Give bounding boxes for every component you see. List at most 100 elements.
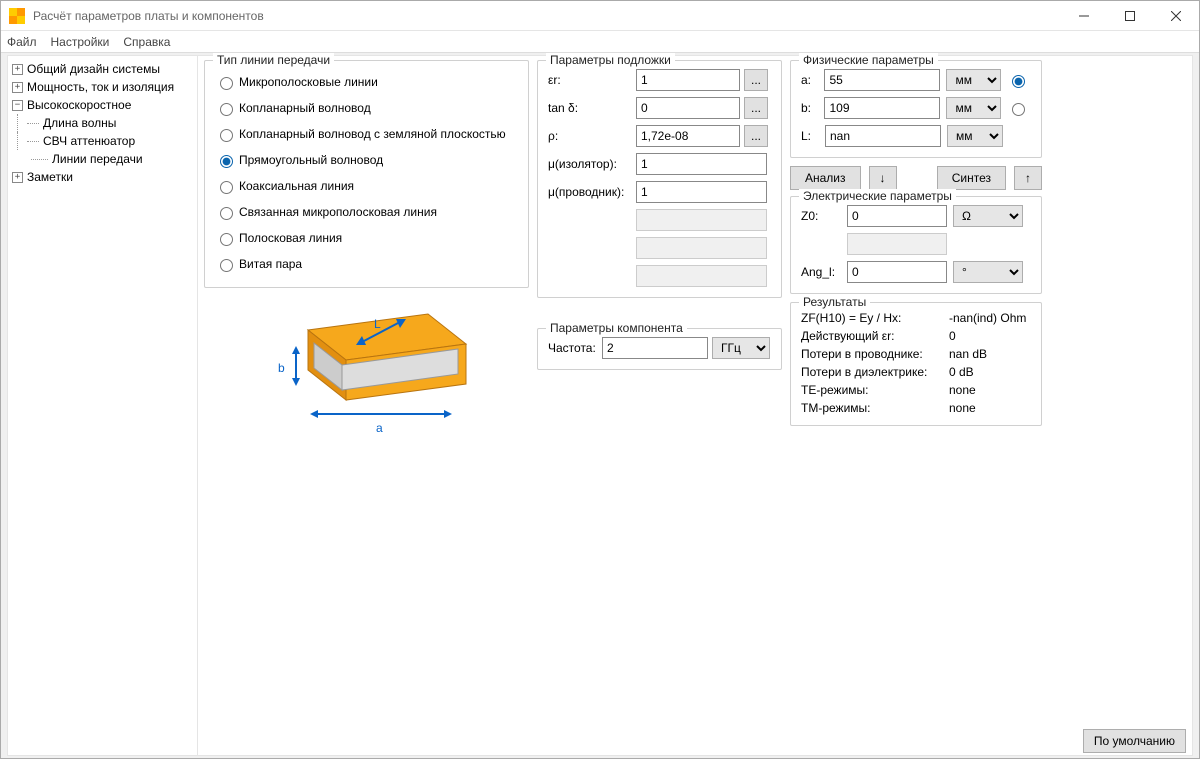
radio-twisted[interactable] [220, 259, 233, 272]
label-ang: Ang_l: [801, 265, 841, 279]
result-key: TE-режимы: [801, 383, 949, 397]
legend: Параметры компонента [546, 321, 687, 335]
browse-button[interactable]: ... [744, 69, 768, 91]
select-freq-unit[interactable]: ГГц [712, 337, 770, 359]
label-z0: Z0: [801, 209, 841, 223]
input-tand[interactable] [636, 97, 740, 119]
label-er: εr: [548, 73, 636, 87]
expand-icon[interactable]: + [12, 82, 23, 93]
result-key: TM-режимы: [801, 401, 949, 415]
nav-tree[interactable]: + Общий дизайн системы + Мощность, ток и и… [8, 56, 198, 755]
menu-help[interactable]: Справка [123, 35, 170, 49]
input-disabled [636, 237, 767, 259]
browse-button[interactable]: ... [744, 97, 768, 119]
input-ang[interactable] [847, 261, 947, 283]
result-value: 0 [949, 329, 956, 343]
input-mu-c[interactable] [636, 181, 767, 203]
close-button[interactable] [1153, 1, 1199, 30]
tree-item-selected[interactable]: Линии передачи [52, 152, 143, 166]
tree-item[interactable]: Мощность, ток и изоляция [27, 80, 174, 94]
radio-coupled[interactable] [220, 207, 233, 220]
tree-item[interactable]: Заметки [27, 170, 73, 184]
input-a[interactable] [824, 69, 940, 91]
select-unit-a[interactable]: мм [946, 69, 1001, 91]
select-ang-unit[interactable]: ° [953, 261, 1023, 283]
group-line-type: Тип линии передачи Микрополосковые линии… [204, 60, 529, 288]
synth-button[interactable]: Синтез [937, 166, 1006, 190]
svg-text:a: a [376, 421, 383, 435]
label-tand: tan δ: [548, 101, 636, 115]
window-title: Расчёт параметров платы и компонентов [33, 9, 1061, 23]
legend: Результаты [799, 295, 870, 309]
radio-param-a[interactable] [1012, 75, 1025, 88]
radio-label: Микрополосковые линии [239, 75, 378, 89]
result-value: nan dB [949, 347, 987, 361]
input-rho[interactable] [636, 125, 740, 147]
radio-label: Связанная микрополосковая линия [239, 205, 437, 219]
maximize-button[interactable] [1107, 1, 1153, 30]
group-results: Результаты ZF(H10) = Ey / Hx:-nan(ind) O… [790, 302, 1042, 426]
select-z0-unit[interactable]: Ω [953, 205, 1023, 227]
input-z0[interactable] [847, 205, 947, 227]
browse-button[interactable]: ... [744, 125, 768, 147]
label-a: a: [801, 73, 818, 87]
radio-label: Витая пара [239, 257, 302, 271]
radio-stripline[interactable] [220, 233, 233, 246]
input-er[interactable] [636, 69, 740, 91]
label-rho: ρ: [548, 129, 636, 143]
legend: Параметры подложки [546, 53, 675, 67]
minimize-button[interactable] [1061, 1, 1107, 30]
legend: Электрические параметры [799, 189, 956, 203]
default-button[interactable]: По умолчанию [1083, 729, 1186, 753]
arrow-up-button[interactable]: ↑ [1014, 166, 1042, 190]
waveguide-illustration: b a L [260, 302, 486, 442]
svg-text:L: L [374, 317, 381, 331]
radio-cpwg[interactable] [220, 129, 233, 142]
tree-item[interactable]: Общий дизайн системы [27, 62, 160, 76]
radio-coax[interactable] [220, 181, 233, 194]
result-key: ZF(H10) = Ey / Hx: [801, 311, 949, 325]
menubar: Файл Настройки Справка [1, 31, 1199, 53]
input-disabled [847, 233, 947, 255]
label-b: b: [801, 101, 818, 115]
radio-param-b[interactable] [1012, 103, 1025, 116]
label-mu-c: μ(проводник): [548, 185, 636, 199]
arrow-down-button[interactable]: ↓ [869, 166, 897, 190]
tree-item[interactable]: Высокоскоростное [27, 98, 131, 112]
select-unit-b[interactable]: мм [946, 97, 1001, 119]
tree-item[interactable]: СВЧ аттенюатор [43, 134, 135, 148]
select-unit-l[interactable]: мм [947, 125, 1003, 147]
result-value: none [949, 383, 976, 397]
radio-label: Коаксиальная линия [239, 179, 354, 193]
input-mu-i[interactable] [636, 153, 767, 175]
result-value: -nan(ind) Ohm [949, 311, 1026, 325]
label-l: L: [801, 129, 819, 143]
radio-microstrip[interactable] [220, 77, 233, 90]
group-component: Параметры компонента Частота:ГГц [537, 328, 782, 370]
app-icon [9, 8, 25, 24]
expand-icon[interactable]: + [12, 172, 23, 183]
label-mu-i: μ(изолятор): [548, 157, 636, 171]
input-b[interactable] [824, 97, 940, 119]
result-value: none [949, 401, 976, 415]
input-freq[interactable] [602, 337, 708, 359]
radio-cpw[interactable] [220, 103, 233, 116]
legend: Физические параметры [799, 53, 938, 67]
menu-file[interactable]: Файл [7, 35, 37, 49]
radio-label: Копланарный волновод [239, 101, 371, 115]
input-l[interactable] [825, 125, 941, 147]
analyze-button[interactable]: Анализ [790, 166, 861, 190]
group-electrical: Электрические параметры Z0:Ω Ang_l:° [790, 196, 1042, 294]
collapse-icon[interactable]: − [12, 100, 23, 111]
menu-settings[interactable]: Настройки [51, 35, 110, 49]
label-freq: Частота: [548, 341, 602, 355]
titlebar: Расчёт параметров платы и компонентов [1, 1, 1199, 31]
result-key: Потери в проводнике: [801, 347, 949, 361]
tree-item[interactable]: Длина волны [43, 116, 116, 130]
result-key: Действующий εr: [801, 329, 949, 343]
group-physical: Физические параметры a:мм b:мм L:мм [790, 60, 1042, 158]
svg-text:b: b [278, 361, 285, 375]
expand-icon[interactable]: + [12, 64, 23, 75]
input-disabled [636, 209, 767, 231]
radio-rect-waveguide[interactable] [220, 155, 233, 168]
